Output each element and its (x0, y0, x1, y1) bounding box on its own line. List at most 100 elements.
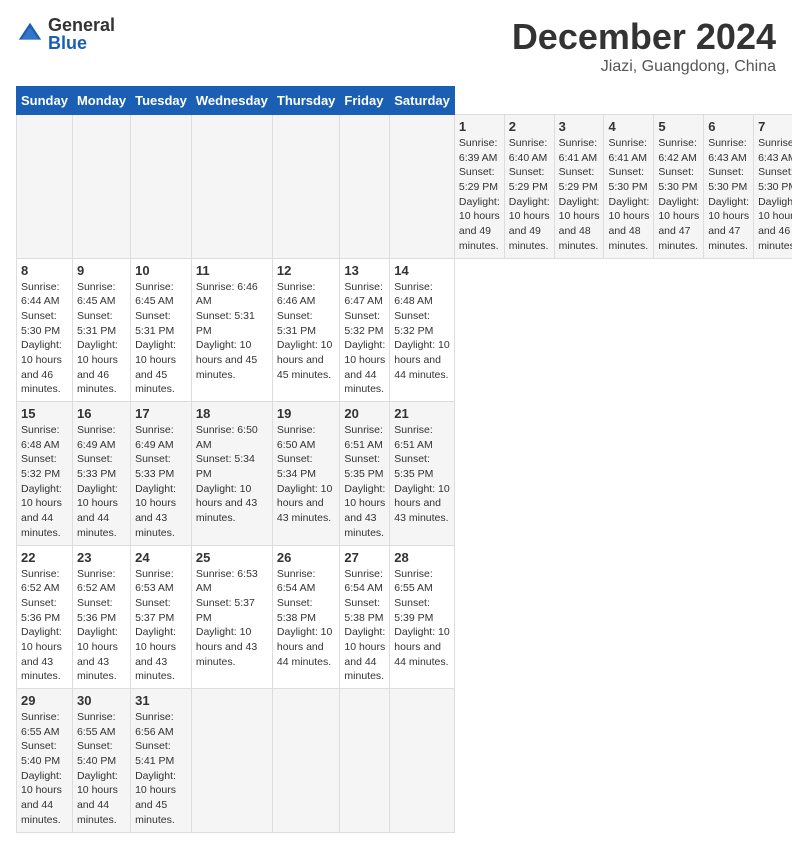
day-number: 13 (344, 263, 385, 278)
calendar-cell (340, 689, 390, 833)
day-info: Sunrise: 6:49 AM Sunset: 5:33 PM Dayligh… (77, 423, 126, 541)
day-info: Sunrise: 6:47 AM Sunset: 5:32 PM Dayligh… (344, 280, 385, 398)
day-info: Sunrise: 6:46 AM Sunset: 5:31 PM Dayligh… (277, 280, 336, 383)
day-info: Sunrise: 6:55 AM Sunset: 5:39 PM Dayligh… (394, 567, 450, 670)
calendar-week-5: 29 Sunrise: 6:55 AM Sunset: 5:40 PM Dayli… (17, 689, 792, 833)
day-info: Sunrise: 6:54 AM Sunset: 5:38 PM Dayligh… (344, 567, 385, 685)
calendar-cell (191, 689, 272, 833)
day-number: 10 (135, 263, 187, 278)
day-info: Sunrise: 6:43 AM Sunset: 5:30 PM Dayligh… (708, 136, 749, 254)
calendar-cell: 1Sunrise: 6:39 AM Sunset: 5:29 PM Daylig… (454, 115, 504, 259)
day-number: 19 (277, 406, 336, 421)
calendar-cell: 8Sunrise: 6:44 AM Sunset: 5:30 PM Daylig… (17, 258, 73, 402)
day-info: Sunrise: 6:49 AM Sunset: 5:33 PM Dayligh… (135, 423, 187, 541)
calendar-cell: 4Sunrise: 6:41 AM Sunset: 5:30 PM Daylig… (604, 115, 654, 259)
day-number: 6 (708, 119, 749, 134)
calendar-cell: 26Sunrise: 6:54 AM Sunset: 5:38 PM Dayli… (272, 545, 340, 689)
day-number: 7 (758, 119, 792, 134)
day-number: 20 (344, 406, 385, 421)
day-number: 2 (509, 119, 550, 134)
day-info: Sunrise: 6:40 AM Sunset: 5:29 PM Dayligh… (509, 136, 550, 254)
calendar-cell (272, 115, 340, 259)
calendar-cell (191, 115, 272, 259)
calendar-cell: 14 Sunrise: 6:48 AM Sunset: 5:32 PM Dayli… (390, 258, 455, 402)
day-number: 24 (135, 550, 187, 565)
day-number: 29 (21, 693, 68, 708)
day-number: 12 (277, 263, 336, 278)
location: Jiazi, Guangdong, China (512, 58, 776, 76)
calendar-cell (131, 115, 192, 259)
day-info: Sunrise: 6:56 AM Sunset: 5:41 PM Dayligh… (135, 710, 187, 828)
day-number: 28 (394, 550, 450, 565)
day-info: Sunrise: 6:50 AM Sunset: 5:34 PM Dayligh… (196, 423, 268, 526)
calendar-cell: 20Sunrise: 6:51 AM Sunset: 5:35 PM Dayli… (340, 402, 390, 546)
day-number: 9 (77, 263, 126, 278)
calendar-cell: 13 Sunrise: 6:47 AM Sunset: 5:32 PM Dayli… (340, 258, 390, 402)
logo: General Blue (16, 16, 115, 52)
column-header-saturday: Saturday (390, 87, 455, 115)
calendar-cell: 16 Sunrise: 6:49 AM Sunset: 5:33 PM Dayli… (72, 402, 130, 546)
day-info: Sunrise: 6:43 AM Sunset: 5:30 PM Dayligh… (758, 136, 792, 254)
calendar-cell: 27 Sunrise: 6:54 AM Sunset: 5:38 PM Dayli… (340, 545, 390, 689)
calendar-cell (17, 115, 73, 259)
day-number: 16 (77, 406, 126, 421)
day-info: Sunrise: 6:42 AM Sunset: 5:30 PM Dayligh… (658, 136, 699, 254)
day-number: 1 (459, 119, 500, 134)
calendar-cell: 9Sunrise: 6:45 AM Sunset: 5:31 PM Daylig… (72, 258, 130, 402)
day-number: 4 (608, 119, 649, 134)
calendar-cell (340, 115, 390, 259)
calendar-cell (72, 115, 130, 259)
calendar-cell: 29 Sunrise: 6:55 AM Sunset: 5:40 PM Dayli… (17, 689, 73, 833)
day-number: 25 (196, 550, 268, 565)
calendar-cell (390, 115, 455, 259)
calendar-cell: 12 Sunrise: 6:46 AM Sunset: 5:31 PM Dayli… (272, 258, 340, 402)
day-info: Sunrise: 6:55 AM Sunset: 5:40 PM Dayligh… (21, 710, 68, 828)
day-info: Sunrise: 6:55 AM Sunset: 5:40 PM Dayligh… (77, 710, 126, 828)
day-info: Sunrise: 6:48 AM Sunset: 5:32 PM Dayligh… (394, 280, 450, 383)
calendar-cell: 30Sunrise: 6:55 AM Sunset: 5:40 PM Dayli… (72, 689, 130, 833)
calendar-cell: 11Sunrise: 6:46 AM Sunset: 5:31 PM Dayli… (191, 258, 272, 402)
day-info: Sunrise: 6:53 AM Sunset: 5:37 PM Dayligh… (196, 567, 268, 670)
month-title: December 2024 (512, 16, 776, 58)
calendar-cell: 3 Sunrise: 6:41 AM Sunset: 5:29 PM Daylig… (554, 115, 604, 259)
day-number: 5 (658, 119, 699, 134)
column-header-sunday: Sunday (17, 87, 73, 115)
day-number: 26 (277, 550, 336, 565)
day-info: Sunrise: 6:41 AM Sunset: 5:29 PM Dayligh… (559, 136, 600, 254)
calendar-cell: 31 Sunrise: 6:56 AM Sunset: 5:41 PM Dayli… (131, 689, 192, 833)
calendar-week-3: 15Sunrise: 6:48 AM Sunset: 5:32 PM Dayli… (17, 402, 792, 546)
calendar-cell (390, 689, 455, 833)
column-header-friday: Friday (340, 87, 390, 115)
day-number: 17 (135, 406, 187, 421)
column-header-tuesday: Tuesday (131, 87, 192, 115)
day-number: 27 (344, 550, 385, 565)
calendar-cell: 10 Sunrise: 6:45 AM Sunset: 5:31 PM Dayli… (131, 258, 192, 402)
day-number: 11 (196, 263, 268, 278)
day-number: 18 (196, 406, 268, 421)
calendar-cell: 22Sunrise: 6:52 AM Sunset: 5:36 PM Dayli… (17, 545, 73, 689)
calendar-cell: 25 Sunrise: 6:53 AM Sunset: 5:37 PM Dayli… (191, 545, 272, 689)
day-number: 15 (21, 406, 68, 421)
day-number: 14 (394, 263, 450, 278)
day-info: Sunrise: 6:50 AM Sunset: 5:34 PM Dayligh… (277, 423, 336, 526)
logo-blue-text: Blue (48, 34, 115, 52)
logo-general: General (48, 16, 115, 34)
column-header-monday: Monday (72, 87, 130, 115)
day-info: Sunrise: 6:45 AM Sunset: 5:31 PM Dayligh… (135, 280, 187, 398)
column-header-wednesday: Wednesday (191, 87, 272, 115)
calendar-cell: 19 Sunrise: 6:50 AM Sunset: 5:34 PM Dayli… (272, 402, 340, 546)
calendar-week-4: 22Sunrise: 6:52 AM Sunset: 5:36 PM Dayli… (17, 545, 792, 689)
day-info: Sunrise: 6:52 AM Sunset: 5:36 PM Dayligh… (21, 567, 68, 685)
calendar-cell: 28 Sunrise: 6:55 AM Sunset: 5:39 PM Dayli… (390, 545, 455, 689)
calendar-week-2: 8Sunrise: 6:44 AM Sunset: 5:30 PM Daylig… (17, 258, 792, 402)
column-header-thursday: Thursday (272, 87, 340, 115)
day-number: 23 (77, 550, 126, 565)
day-number: 3 (559, 119, 600, 134)
header: General Blue December 2024 Jiazi, Guangd… (16, 16, 776, 76)
title-block: December 2024 Jiazi, Guangdong, China (512, 16, 776, 76)
calendar-header-row: SundayMondayTuesdayWednesdayThursdayFrid… (17, 87, 792, 115)
page-container: General Blue December 2024 Jiazi, Guangd… (0, 0, 792, 841)
day-number: 8 (21, 263, 68, 278)
calendar-cell: 23Sunrise: 6:52 AM Sunset: 5:36 PM Dayli… (72, 545, 130, 689)
day-number: 31 (135, 693, 187, 708)
